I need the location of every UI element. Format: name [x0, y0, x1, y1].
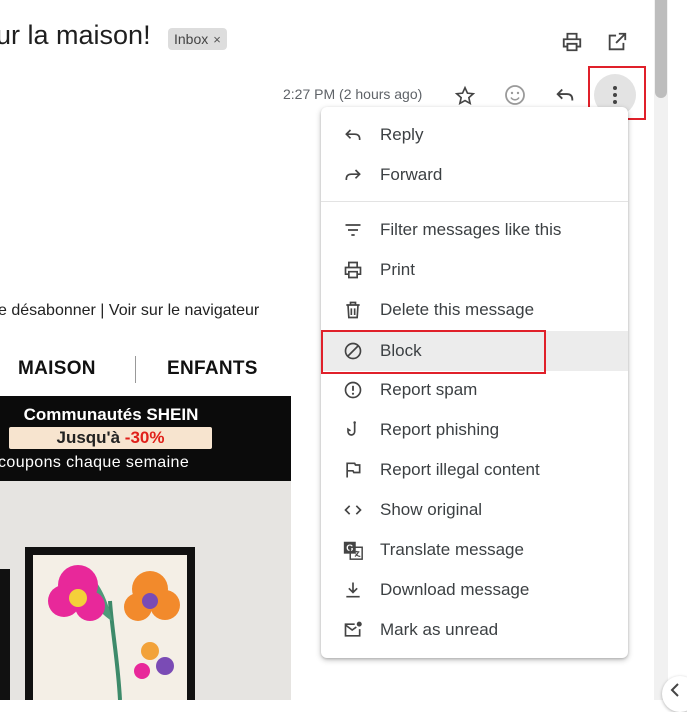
menu-divider	[321, 201, 628, 202]
banner-subtitle: coupons chaque semaine	[0, 454, 190, 471]
banner-title: Communautés SHEIN	[23, 405, 199, 424]
menu-label: Mark as unread	[380, 620, 499, 639]
email-timestamp: 2:27 PM (2 hours ago)	[283, 86, 423, 102]
menu-item-show-original[interactable]: Show original	[321, 490, 628, 530]
download-icon	[342, 579, 364, 601]
emoji-reaction-icon[interactable]	[502, 82, 528, 108]
filter-icon	[342, 219, 364, 241]
inbox-label-text: Inbox	[174, 31, 209, 47]
banner-offer-discount: -30%	[124, 428, 165, 447]
more-options-menu: Reply Forward Filter messages like this …	[321, 107, 628, 658]
menu-item-filter[interactable]: Filter messages like this	[321, 210, 628, 250]
email-subject: ur la maison!	[0, 20, 151, 50]
menu-label: Delete this message	[380, 300, 535, 319]
category-divider	[135, 356, 136, 383]
mark-unread-icon	[342, 619, 364, 641]
highlight-block	[321, 330, 546, 374]
remove-label-icon[interactable]: ×	[213, 32, 221, 47]
menu-label: Show original	[380, 500, 483, 519]
menu-item-translate[interactable]: G Translate message	[321, 530, 628, 570]
menu-item-delete[interactable]: Delete this message	[321, 290, 628, 330]
menu-item-print[interactable]: Print	[321, 250, 628, 290]
menu-label: Report illegal content	[380, 460, 540, 479]
menu-item-report-phishing[interactable]: Report phishing	[321, 410, 628, 450]
category-maison[interactable]: MAISON	[18, 358, 96, 380]
menu-label: Report phishing	[380, 420, 500, 439]
reply-icon	[342, 124, 364, 146]
unsubscribe-links[interactable]: e désabonner | Voir sur le navigateur	[0, 302, 259, 320]
menu-item-mark-unread[interactable]: Mark as unread	[321, 610, 628, 650]
star-icon[interactable]	[452, 83, 478, 109]
menu-label: Reply	[380, 125, 424, 144]
chevron-left-icon[interactable]	[667, 682, 683, 698]
reply-quick-icon[interactable]	[552, 82, 578, 108]
category-enfants[interactable]: ENFANTS	[167, 358, 258, 380]
menu-label: Filter messages like this	[380, 220, 562, 239]
phishing-hook-icon	[342, 419, 364, 441]
forward-icon	[342, 164, 364, 186]
menu-label: Translate message	[380, 540, 524, 559]
print-icon	[342, 259, 364, 281]
trash-icon	[342, 299, 364, 321]
menu-item-forward[interactable]: Forward	[321, 155, 628, 195]
menu-label: Report spam	[380, 380, 478, 399]
open-new-window-icon[interactable]	[603, 28, 631, 56]
menu-item-report-illegal[interactable]: Report illegal content	[321, 450, 628, 490]
menu-label: Download message	[380, 580, 530, 599]
banner-offer: Jusqu'à -30%	[9, 427, 212, 449]
menu-label: Forward	[380, 165, 443, 184]
flag-icon	[342, 459, 364, 481]
report-spam-icon	[342, 379, 364, 401]
scrollbar-track[interactable]	[654, 0, 668, 700]
code-icon	[342, 499, 364, 521]
menu-label: Print	[380, 260, 415, 279]
translate-icon: G	[342, 539, 364, 561]
inbox-label-chip: Inbox ×	[168, 28, 227, 50]
product-photo[interactable]	[0, 481, 291, 700]
menu-item-report-spam[interactable]: Report spam	[321, 370, 628, 410]
menu-item-reply[interactable]: Reply	[321, 115, 628, 155]
print-all-icon[interactable]	[558, 28, 586, 56]
menu-item-download[interactable]: Download message	[321, 570, 628, 610]
banner-offer-prefix: Jusqu'à	[56, 428, 125, 447]
scrollbar-thumb[interactable]	[655, 0, 667, 98]
